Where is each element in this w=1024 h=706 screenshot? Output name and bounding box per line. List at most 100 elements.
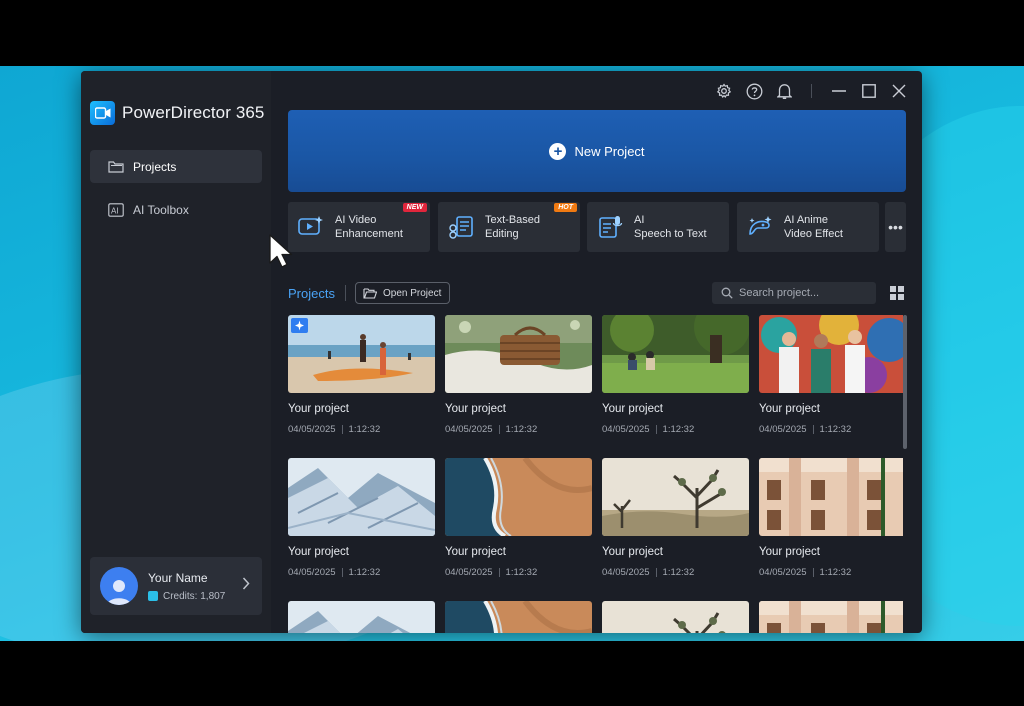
project-name: Your project (288, 403, 349, 415)
ai-video-enhancement-icon (297, 213, 325, 241)
app-logo-icon (90, 101, 115, 125)
tool-label: AI Video Enhancement (335, 214, 403, 240)
meta-divider (341, 568, 343, 577)
project-date: 04/05/2025 (445, 424, 493, 435)
anime-effect-icon (746, 213, 774, 241)
titlebar-divider (811, 84, 812, 98)
project-duration: 1:12:32 (819, 424, 852, 435)
project-duration: 1:12:32 (819, 567, 852, 578)
project-card[interactable] (445, 601, 592, 633)
sidebar-item-ai-toolbox[interactable]: AI AI Toolbox (90, 193, 262, 226)
help-icon[interactable] (739, 71, 769, 111)
header-divider (345, 285, 346, 301)
project-meta: 04/05/2025 1:12:32 (445, 424, 592, 435)
project-name: Your project (445, 546, 506, 558)
speech-to-text-icon (596, 213, 624, 241)
project-thumbnail[interactable] (445, 315, 592, 393)
tool-label: AI Anime Video Effect (784, 214, 843, 240)
tool-label: Text-Based Editing (485, 214, 541, 240)
projects-scrollbar[interactable] (903, 315, 907, 633)
sidebar-item-label: AI Toolbox (133, 202, 189, 217)
project-thumbnail[interactable] (445, 458, 592, 536)
project-date: 04/05/2025 (602, 567, 650, 578)
project-meta: 04/05/2025 1:12:32 (602, 567, 749, 578)
tool-ai-video-enhancement[interactable]: AI Video Enhancement NEW (288, 202, 430, 252)
project-card[interactable]: Your project 04/05/2025 1:12:32 (288, 458, 435, 578)
project-card[interactable] (602, 601, 749, 633)
project-thumbnail[interactable] (288, 601, 435, 633)
plus-icon: + (549, 142, 567, 160)
project-thumbnail[interactable] (445, 601, 592, 633)
project-meta: 04/05/2025 1:12:32 (445, 567, 592, 578)
chevron-right-icon (242, 577, 250, 594)
user-account-card[interactable]: Your Name Credits: 1,807 (90, 557, 262, 615)
new-project-button[interactable]: + New Project (288, 110, 906, 192)
project-card[interactable]: Your project 04/05/2025 1:12:32 (759, 315, 906, 435)
projects-grid: Your project 04/05/2025 1:12:32 Your projec… (288, 315, 916, 633)
project-thumbnail[interactable] (759, 315, 906, 393)
project-thumbnail[interactable] (602, 601, 749, 633)
svg-text:AI: AI (111, 206, 119, 215)
meta-divider (812, 568, 814, 577)
hot-badge: HOT (554, 203, 577, 212)
project-date: 04/05/2025 (288, 567, 336, 578)
settings-icon[interactable] (709, 71, 739, 111)
project-name: Your project (288, 546, 349, 558)
scrollbar-thumb[interactable] (903, 315, 907, 449)
project-card[interactable]: Your project 04/05/2025 1:12:32 (288, 315, 435, 435)
meta-divider (498, 425, 500, 434)
close-icon[interactable] (884, 71, 914, 111)
project-thumbnail[interactable] (602, 315, 749, 393)
project-date: 04/05/2025 (288, 424, 336, 435)
meta-divider (655, 568, 657, 577)
grid-view-icon[interactable] (890, 286, 904, 300)
more-tools-button[interactable]: ••• (885, 202, 906, 252)
open-project-label: Open Project (383, 287, 442, 299)
folder-icon (108, 160, 124, 173)
sidebar: PowerDirector 365 Projects AI AI Toolbox… (81, 71, 271, 633)
user-avatar-icon (107, 580, 131, 605)
mouse-cursor-icon (269, 234, 293, 268)
project-name: Your project (445, 403, 506, 415)
text-based-editing-icon (447, 213, 475, 241)
search-box (712, 282, 876, 304)
meta-divider (341, 425, 343, 434)
project-duration: 1:12:32 (662, 567, 695, 578)
project-meta: 04/05/2025 1:12:32 (602, 424, 749, 435)
minimize-icon[interactable] (824, 71, 854, 111)
open-project-button[interactable]: Open Project (355, 282, 450, 304)
search-input[interactable] (739, 287, 869, 299)
app-name: PowerDirector 365 (122, 103, 265, 122)
project-thumbnail[interactable] (759, 601, 906, 633)
project-name: Your project (602, 546, 663, 558)
open-folder-icon (363, 288, 377, 299)
project-card[interactable]: Your project 04/05/2025 1:12:32 (602, 315, 749, 435)
tool-text-based-editing[interactable]: Text-Based Editing HOT (438, 202, 580, 252)
project-date: 04/05/2025 (602, 424, 650, 435)
project-thumbnail[interactable] (602, 458, 749, 536)
bell-icon[interactable] (769, 71, 799, 111)
tool-ai-anime-video-effect[interactable]: AI Anime Video Effect (737, 202, 879, 252)
project-card[interactable]: Your project 04/05/2025 1:12:32 (445, 458, 592, 578)
project-duration: 1:12:32 (348, 567, 381, 578)
project-meta: 04/05/2025 1:12:32 (288, 567, 435, 578)
tool-ai-speech-to-text[interactable]: AI Speech to Text (587, 202, 729, 252)
project-duration: 1:12:32 (662, 424, 695, 435)
project-thumbnail[interactable] (288, 458, 435, 536)
meta-divider (655, 425, 657, 434)
project-card[interactable] (288, 601, 435, 633)
avatar (100, 567, 138, 605)
titlebar (709, 71, 922, 111)
screen: PowerDirector 365 Projects AI AI Toolbox… (0, 0, 1024, 706)
project-thumbnail[interactable] (759, 458, 906, 536)
project-card[interactable]: Your project 04/05/2025 1:12:32 (445, 315, 592, 435)
project-thumbnail[interactable] (288, 315, 435, 393)
sidebar-item-projects[interactable]: Projects (90, 150, 262, 183)
maximize-icon[interactable] (854, 71, 884, 111)
project-card[interactable]: Your project 04/05/2025 1:12:32 (759, 458, 906, 578)
project-card[interactable] (759, 601, 906, 633)
project-meta: 04/05/2025 1:12:32 (759, 424, 906, 435)
new-badge: NEW (402, 203, 427, 212)
new-project-label: New Project (574, 143, 645, 159)
project-card[interactable]: Your project 04/05/2025 1:12:32 (602, 458, 749, 578)
